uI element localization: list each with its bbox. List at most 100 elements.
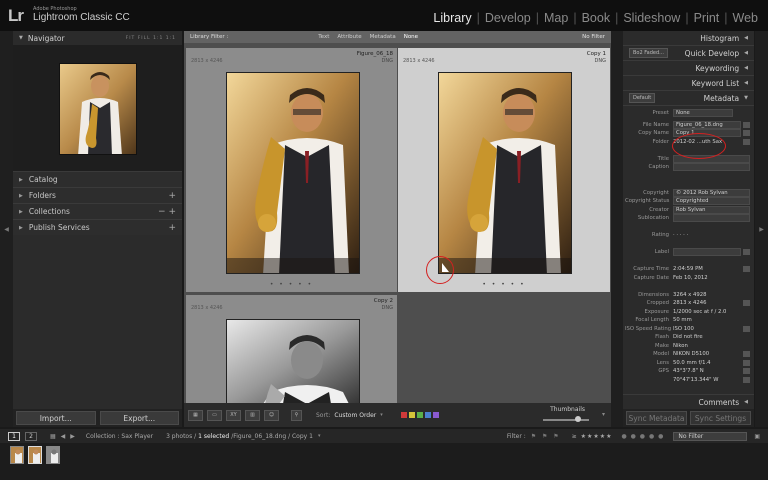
filmstrip-thumbnail[interactable] bbox=[46, 446, 60, 464]
metadata-action-icon[interactable] bbox=[743, 359, 750, 366]
metadata-action-icon[interactable] bbox=[743, 130, 750, 137]
metadata-action-icon[interactable] bbox=[743, 138, 750, 145]
module-develop[interactable]: Develop bbox=[481, 11, 535, 25]
spray-can-icon[interactable]: ⚲ bbox=[291, 409, 302, 421]
grid-cell[interactable]: Copy 2 2813 x 4246 DNG bbox=[186, 295, 397, 403]
metadata-value[interactable]: Rob Sylvan bbox=[673, 205, 750, 214]
import-button[interactable]: Import... bbox=[16, 411, 96, 425]
module-web[interactable]: Web bbox=[729, 11, 762, 25]
filter-preset[interactable]: No Filter bbox=[582, 34, 605, 40]
panel-metadata[interactable]: Default Metadata ▼ bbox=[623, 91, 754, 106]
color-label-blue[interactable] bbox=[424, 412, 431, 418]
star-rating-filter[interactable]: ≥ ★★★★★ bbox=[572, 433, 613, 440]
add-folder-icon[interactable]: + bbox=[168, 191, 176, 201]
metadata-value[interactable]: Copyrighted bbox=[673, 197, 750, 206]
panel-keywording[interactable]: Keywording ◀ bbox=[623, 61, 754, 76]
toolbar-menu-icon[interactable]: ▾ bbox=[602, 411, 605, 418]
filmstrip-thumbnail-selected[interactable] bbox=[28, 446, 42, 464]
color-label-yellow[interactable] bbox=[408, 412, 415, 418]
source-menu-icon[interactable]: ▾ bbox=[318, 433, 321, 439]
center-gap bbox=[611, 31, 623, 427]
filter-attribute[interactable]: Attribute bbox=[337, 34, 361, 40]
metadata-view-select[interactable]: Default bbox=[629, 93, 656, 103]
lock-icon[interactable]: ▣ bbox=[754, 433, 760, 440]
panel-catalog[interactable]: ▶ Catalog bbox=[13, 171, 182, 187]
metadata-value[interactable] bbox=[673, 214, 750, 223]
metadata-action-icon[interactable] bbox=[743, 325, 750, 332]
people-view-icon[interactable]: ☺ bbox=[264, 409, 279, 421]
flag-filter-icons[interactable]: ⚑ ⚑ ⚑ bbox=[531, 433, 561, 440]
color-label-green[interactable] bbox=[416, 412, 423, 418]
panel-publish-services[interactable]: ▶ Publish Services + bbox=[13, 219, 182, 235]
filter-none[interactable]: None bbox=[404, 34, 418, 40]
sync-settings-button[interactable]: Sync Settings bbox=[690, 411, 751, 425]
grid-view-icon[interactable]: ▦ bbox=[188, 409, 203, 421]
metadata-action-icon[interactable] bbox=[743, 376, 750, 383]
sort-direction-icon[interactable]: ▾ bbox=[380, 412, 383, 418]
module-book[interactable]: Book bbox=[578, 11, 615, 25]
grid-shortcut-icon[interactable]: ▦ bbox=[50, 433, 56, 440]
metadata-value[interactable]: Figure_06_18.dng bbox=[673, 120, 741, 129]
color-label-red[interactable] bbox=[400, 412, 407, 418]
module-slideshow[interactable]: Slideshow bbox=[619, 11, 684, 25]
forward-arrow-icon[interactable]: ▶ bbox=[70, 433, 75, 440]
metadata-key: Folder bbox=[652, 138, 669, 145]
expand-triangle-icon: ◀ bbox=[744, 399, 748, 405]
add-publish-service-icon[interactable]: + bbox=[168, 223, 176, 233]
metadata-action-icon[interactable] bbox=[743, 368, 750, 375]
metadata-action-icon[interactable] bbox=[743, 266, 750, 273]
metadata-value[interactable] bbox=[673, 248, 741, 257]
right-panel: Histogram ◀ Bo2 Faded... Quick Develop ◀… bbox=[623, 31, 754, 427]
metadata-key: Exposure bbox=[644, 308, 669, 315]
slider-knob[interactable] bbox=[575, 416, 581, 422]
panel-keyword-list[interactable]: Keyword List ◀ bbox=[623, 76, 754, 91]
survey-view-icon[interactable]: ▥ bbox=[245, 409, 260, 421]
export-button[interactable]: Export... bbox=[99, 411, 179, 425]
loupe-view-icon[interactable]: ▭ bbox=[207, 409, 222, 421]
filter-metadata[interactable]: Metadata bbox=[370, 34, 396, 40]
right-panel-toggle[interactable]: ▶ bbox=[755, 31, 768, 427]
panel-histogram[interactable]: Histogram ◀ bbox=[623, 31, 754, 46]
metadata-value: 2813 x 4246 bbox=[673, 300, 707, 307]
metadata-action-icon[interactable] bbox=[743, 351, 750, 358]
cell-rating-dots[interactable]: • • • • • bbox=[398, 281, 610, 288]
left-panel-toggle[interactable]: ◀ bbox=[0, 31, 13, 427]
metadata-value[interactable] bbox=[673, 163, 750, 172]
secondary-window-button[interactable]: 2 bbox=[25, 431, 37, 441]
panel-folders[interactable]: ▶ Folders + bbox=[13, 187, 182, 203]
color-label-purple[interactable] bbox=[432, 412, 439, 418]
source-collection[interactable]: Collection : Sax Player bbox=[86, 433, 153, 440]
compare-view-icon[interactable]: XY bbox=[226, 409, 241, 421]
sort-order-select[interactable]: Custom Order bbox=[334, 412, 376, 419]
module-library[interactable]: Library bbox=[429, 11, 475, 25]
cell-rating-dots[interactable]: • • • • • bbox=[186, 281, 397, 288]
metadata-action-icon[interactable] bbox=[743, 249, 750, 256]
module-map[interactable]: Map bbox=[540, 11, 572, 25]
main-window-button[interactable]: 1 bbox=[8, 431, 20, 441]
metadata-value[interactable]: © 2012 Rob Sylvan bbox=[673, 188, 750, 197]
back-arrow-icon[interactable]: ◀ bbox=[61, 433, 66, 440]
panel-comments[interactable]: Comments ◀ bbox=[623, 394, 754, 409]
grid-cell-selected[interactable]: Copy 1 2813 x 4246 DNG • • • • • bbox=[398, 48, 610, 292]
color-filter-dots[interactable]: ● ● ● ● ● bbox=[622, 433, 665, 440]
metadata-key: Capture Time bbox=[633, 266, 669, 273]
grid-cell[interactable]: Figure_06_18 2813 x 4246 DNG • • • • • bbox=[186, 48, 397, 292]
sync-metadata-button[interactable]: Sync Metadata bbox=[626, 411, 687, 425]
metadata-action-icon[interactable] bbox=[743, 121, 750, 128]
navigator-header[interactable]: ▼ Navigator FIT FILL 1:1 1:1 bbox=[13, 31, 182, 45]
cell-photo bbox=[226, 72, 360, 274]
metadata-preset-select[interactable]: None bbox=[673, 109, 733, 118]
thumbnail-size-slider[interactable] bbox=[543, 416, 589, 422]
panel-quick-develop[interactable]: Bo2 Faded... Quick Develop ◀ bbox=[623, 46, 754, 61]
collection-add-remove-icon[interactable]: − + bbox=[158, 207, 176, 217]
metadata-value: 50.0 mm f/1.4 bbox=[673, 359, 711, 366]
filter-text[interactable]: Text bbox=[318, 34, 329, 40]
navigator-preview[interactable] bbox=[13, 45, 182, 171]
panel-collections[interactable]: ▶ Collections − + bbox=[13, 203, 182, 219]
filmstrip-thumbnail[interactable] bbox=[10, 446, 24, 464]
quick-develop-preset-select[interactable]: Bo2 Faded... bbox=[629, 48, 668, 58]
module-print[interactable]: Print bbox=[690, 11, 724, 25]
navigator-zoom-options[interactable]: FIT FILL 1:1 1:1 bbox=[126, 36, 176, 41]
filmstrip-filter-select[interactable]: No Filter bbox=[673, 431, 748, 441]
metadata-action-icon[interactable] bbox=[743, 300, 750, 307]
